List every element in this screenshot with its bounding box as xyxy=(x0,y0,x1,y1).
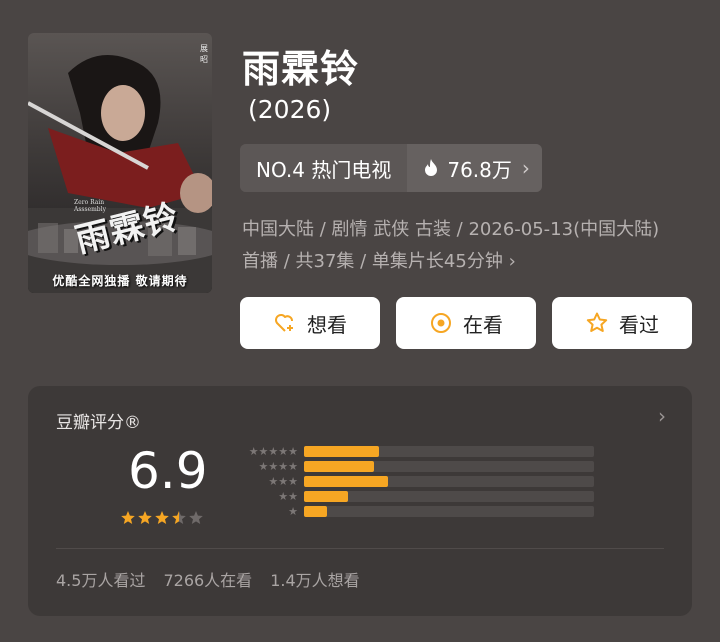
rating-card-title: 豆瓣评分® xyxy=(56,413,141,433)
distribution-track xyxy=(304,491,594,502)
distribution-row: ★★★ xyxy=(234,474,594,489)
poster-footer-text: 优酷全网独播 敬请期待 xyxy=(52,274,188,288)
show-meta-info[interactable]: 中国大陆 / 剧情 武侠 古装 / 2026-05-13(中国大陆) 首播 / … xyxy=(242,214,682,278)
poster-actor-tag: 展昭 xyxy=(200,44,208,64)
distribution-bar xyxy=(304,506,328,517)
distribution-row: ★★ xyxy=(234,489,594,504)
rating-star-icon xyxy=(172,511,186,524)
heat-value: 76.8万 xyxy=(447,157,512,182)
distribution-bar xyxy=(304,461,374,472)
distribution-stars-icon: ★★ xyxy=(278,490,298,503)
distribution-track xyxy=(304,461,594,472)
distribution-bar xyxy=(304,476,389,487)
want-to-watch-label: 想看 xyxy=(307,312,347,337)
distribution-stars-icon: ★★★★★ xyxy=(248,445,298,458)
chevron-right-icon: › xyxy=(508,251,516,272)
target-icon xyxy=(431,313,451,333)
distribution-stars-icon: ★ xyxy=(288,505,298,518)
distribution-bar xyxy=(304,446,380,457)
distribution-track xyxy=(304,446,594,457)
distribution-row: ★★★★★ xyxy=(234,444,594,459)
watching-label: 在看 xyxy=(463,312,503,337)
poster-artwork xyxy=(28,55,212,293)
watched-button[interactable]: 看过 xyxy=(552,297,692,349)
rating-stats: 4.5万人看过 7266人在看 1.4万人想看 xyxy=(56,567,360,591)
show-title: 雨霖铃 xyxy=(242,47,360,91)
rank-pill[interactable]: NO.4 热门电视 76.8万 › xyxy=(240,144,542,192)
want-to-watch-button[interactable]: 想看 xyxy=(240,297,380,349)
distribution-stars-icon: ★★★ xyxy=(268,475,298,488)
rating-stars xyxy=(120,510,204,526)
chevron-right-icon: › xyxy=(658,404,666,428)
distribution-track xyxy=(304,506,594,517)
distribution-row: ★★★★ xyxy=(234,459,594,474)
heart-plus-icon xyxy=(275,314,293,332)
poster-image[interactable]: 展昭 Zero Rain Asssembly 雨霖铃 优酷全网独播 敬请期待 xyxy=(28,33,212,293)
want-count: 1.4万人想看 xyxy=(270,571,360,590)
rating-star-icon xyxy=(138,511,152,524)
douban-rating-card[interactable]: 豆瓣评分® › 6.9 ★★★★★ ★★★★ ★★★ ★★ ★ 4.5万人看过 7266… xyxy=(28,386,692,616)
flame-icon xyxy=(425,159,438,176)
rating-score: 6.9 xyxy=(128,442,208,500)
meta-text: 中国大陆 / 剧情 武侠 古装 / 2026-05-13(中国大陆) 首播 / … xyxy=(242,219,660,272)
rank-label: NO.4 热门电视 xyxy=(240,144,408,192)
watching-count: 7266人在看 xyxy=(163,571,253,590)
watching-button[interactable]: 在看 xyxy=(396,297,536,349)
distribution-row: ★ xyxy=(234,504,594,519)
rating-star-icon xyxy=(189,511,203,524)
watched-label: 看过 xyxy=(619,312,659,337)
show-year: (2026) xyxy=(248,95,332,124)
rating-star-icon xyxy=(121,511,135,524)
rating-star-icon xyxy=(155,511,169,524)
distribution-stars-icon: ★★★★ xyxy=(258,460,298,473)
star-outline-icon xyxy=(586,312,608,332)
rating-distribution: ★★★★★ ★★★★ ★★★ ★★ ★ xyxy=(234,444,594,519)
divider xyxy=(56,548,664,549)
distribution-bar xyxy=(304,491,348,502)
watched-count: 4.5万人看过 xyxy=(56,571,146,590)
heat-section[interactable]: 76.8万 › xyxy=(407,144,542,192)
chevron-right-icon: › xyxy=(521,156,530,180)
distribution-track xyxy=(304,476,594,487)
